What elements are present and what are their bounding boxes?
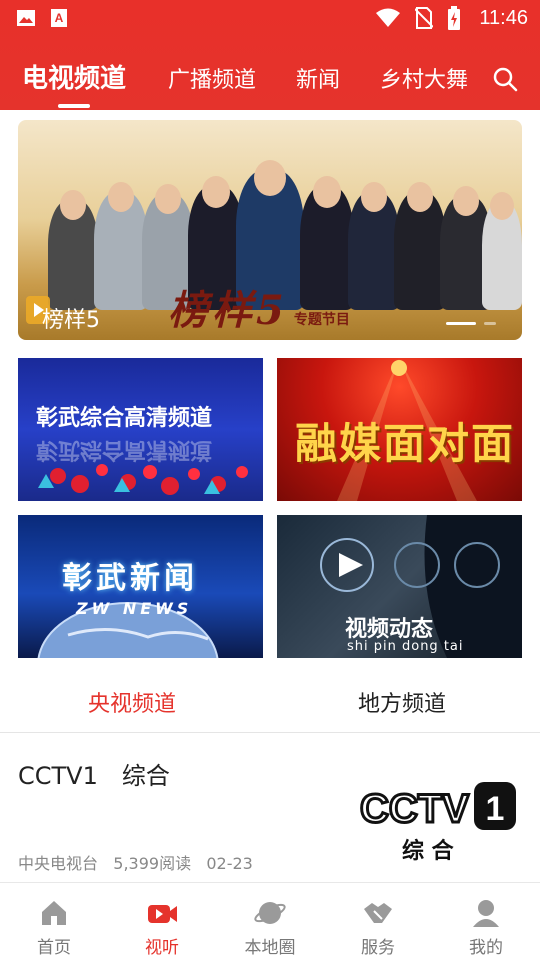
news-read-count: 5,399阅读 (113, 854, 192, 873)
tab-local-channels[interactable]: 地方频道 (358, 686, 446, 718)
channel-tile-reflection: 彰武综合高清频道 (36, 437, 213, 462)
bottom-navigation: 首页 视听 本地圈 服务 我的 (0, 882, 540, 961)
news-source: 中央电视台 (18, 854, 99, 873)
nav-label: 本地圈 (244, 938, 296, 958)
search-icon[interactable] (492, 66, 518, 92)
channel-tile-title: 彰武新闻 (62, 561, 198, 596)
user-icon (473, 900, 499, 927)
news-item-meta: 中央电视台 5,399阅读 02-23 (18, 850, 253, 874)
app-header: A 11:46 电视频道 广播频道 新闻 乡村大舞 (0, 0, 540, 110)
banner-title: 榜样5 (42, 308, 100, 333)
app-notification-icon: A (51, 9, 67, 27)
logo-subtitle: 综 合 (402, 838, 455, 862)
nav-label: 服务 (361, 938, 395, 958)
nav-profile[interactable]: 我的 (432, 883, 540, 961)
cctv1-logo: CCTV 1 综 合 (359, 782, 516, 862)
logo-number: 1 (486, 790, 505, 828)
nav-service[interactable]: 服务 (324, 883, 432, 961)
news-item-title: CCTV1 综合 (18, 762, 170, 790)
featured-banner[interactable]: 榜样5 专题节目 榜样5 (18, 120, 522, 340)
tab-news[interactable]: 新闻 (296, 62, 340, 94)
nav-label: 视听 (145, 938, 179, 958)
tab-tv-channels[interactable]: 电视频道 (22, 58, 126, 95)
tab-radio-channels[interactable]: 广播频道 (168, 62, 256, 94)
carousel-dot (484, 322, 496, 325)
nav-home[interactable]: 首页 (0, 883, 108, 961)
nav-video[interactable]: 视听 (108, 883, 216, 961)
nav-local[interactable]: 本地圈 (216, 883, 324, 961)
news-date: 02-23 (206, 854, 253, 873)
active-tab-indicator (58, 104, 90, 108)
channel-tile-subtitle: shi pin dong tai (347, 639, 464, 654)
channel-tile-title: 融媒面对面 (295, 419, 516, 468)
tab-cctv-channels[interactable]: 央视频道 (88, 686, 176, 718)
home-icon (42, 901, 66, 925)
channel-tile-zhangwu-hd[interactable]: 彰武综合高清频道 彰武综合高清频道 (18, 358, 263, 501)
tab-rural-stage[interactable]: 乡村大舞 (380, 62, 468, 94)
planet-icon (254, 902, 286, 924)
nav-label: 首页 (37, 938, 71, 958)
channel-tile-title: 彰武综合高清频道 (36, 406, 213, 431)
gallery-icon (17, 10, 35, 26)
handshake-icon (364, 903, 392, 923)
status-bar: A 11:46 (0, 0, 540, 38)
channel-tabs: 电视频道 广播频道 新闻 乡村大舞 (0, 52, 540, 110)
channel-tile-zhangwu-news[interactable]: 彰武新闻 ZW NEWS (18, 515, 263, 658)
logo-text: CCTV (360, 787, 469, 831)
svg-text:A: A (55, 11, 64, 25)
carousel-dot-active (446, 322, 476, 325)
channel-tile-media-face[interactable]: 融媒面对面 (277, 358, 522, 501)
nav-label: 我的 (469, 938, 503, 958)
channel-category-tabs: 央视频道 地方频道 (0, 670, 540, 733)
channel-tile-video-news[interactable]: 视频动态 shi pin dong tai (277, 515, 522, 658)
status-time: 11:46 (479, 6, 528, 29)
banner-artwork-title: 榜样5 专题节目 (168, 287, 350, 334)
no-sim-icon (415, 7, 434, 29)
channel-tile-subtitle: ZW NEWS (76, 599, 193, 618)
battery-charging-icon (448, 6, 461, 30)
video-icon (148, 905, 177, 923)
wifi-icon (376, 8, 401, 27)
